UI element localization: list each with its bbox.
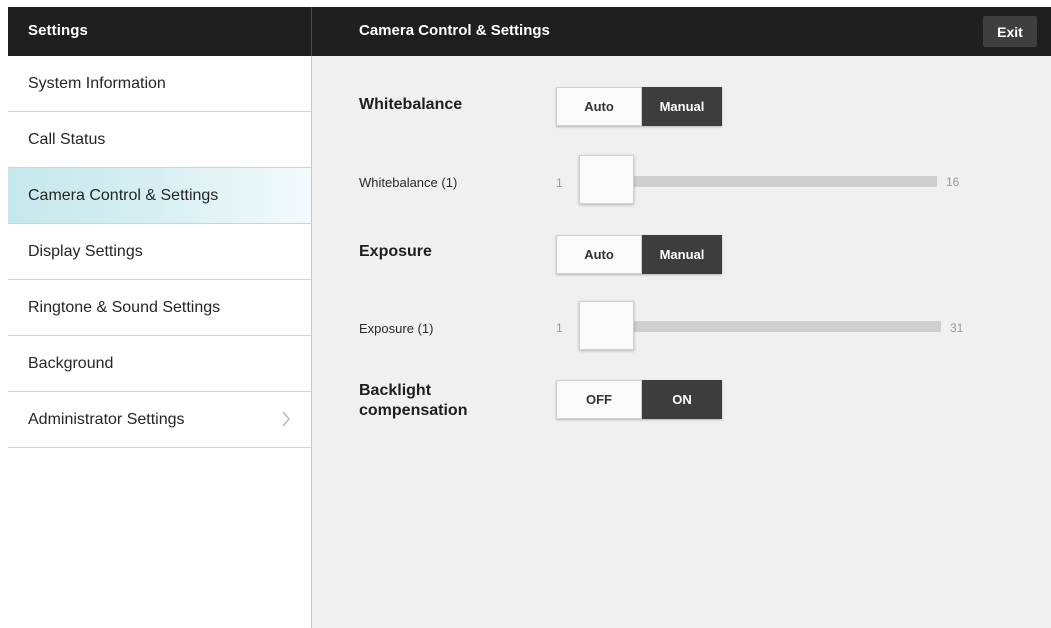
sidebar-item-call-status[interactable]: Call Status — [8, 112, 311, 168]
backlight-on-button[interactable]: ON — [642, 380, 722, 419]
chevron-right-icon — [282, 411, 290, 427]
sidebar-item-label: Ringtone & Sound Settings — [28, 299, 221, 316]
exposure-mode-toggle: Auto Manual — [556, 235, 722, 274]
backlight-compensation-toggle: OFF ON — [556, 380, 722, 419]
exposure-slider-thumb[interactable] — [579, 301, 634, 350]
whitebalance-manual-button[interactable]: Manual — [642, 87, 722, 126]
whitebalance-slider-thumb[interactable] — [579, 155, 634, 204]
sidebar-item-administrator-settings[interactable]: Administrator Settings — [8, 392, 311, 448]
sidebar-item-camera-control-settings[interactable]: Camera Control & Settings — [8, 168, 311, 224]
exposure-auto-button[interactable]: Auto — [556, 235, 642, 274]
exposure-slider-min: 1 — [556, 321, 563, 335]
sidebar-item-background[interactable]: Background — [8, 336, 311, 392]
header-bar: Settings Camera Control & Settings Exit — [8, 7, 1051, 56]
sidebar-item-label: Call Status — [28, 131, 106, 148]
sidebar-item-label: Display Settings — [28, 243, 143, 260]
backlight-compensation-label: Backlight compensation — [359, 381, 467, 421]
exposure-label: Exposure — [359, 243, 432, 260]
app-title: Settings — [28, 22, 88, 39]
page-title: Camera Control & Settings — [359, 22, 550, 39]
whitebalance-slider-max: 16 — [946, 175, 960, 189]
backlight-off-button[interactable]: OFF — [556, 380, 642, 419]
sidebar-item-label: Background — [28, 355, 114, 372]
header-sidebar-section: Settings — [8, 7, 312, 56]
sidebar-item-ringtone-sound-settings[interactable]: Ringtone & Sound Settings — [8, 280, 311, 336]
sidebar-item-label: System Information — [28, 75, 166, 92]
whitebalance-mode-toggle: Auto Manual — [556, 87, 722, 126]
exposure-slider-label: Exposure (1) — [359, 321, 434, 336]
sidebar-item-system-information[interactable]: System Information — [8, 56, 311, 112]
settings-window: Settings Camera Control & Settings Exit … — [8, 7, 1051, 628]
whitebalance-slider-label: Whitebalance (1) — [359, 175, 458, 190]
whitebalance-label: Whitebalance — [359, 96, 463, 113]
sidebar-item-display-settings[interactable]: Display Settings — [8, 224, 311, 280]
whitebalance-slider-min: 1 — [556, 176, 563, 190]
sidebar-item-label: Administrator Settings — [28, 411, 185, 428]
exposure-manual-button[interactable]: Manual — [642, 235, 722, 274]
sidebar-item-label: Camera Control & Settings — [28, 187, 219, 204]
exposure-slider-max: 31 — [950, 321, 964, 335]
sidebar: System Information Call Status Camera Co… — [8, 56, 312, 628]
backlight-label-line1: Backlight — [359, 382, 432, 399]
whitebalance-auto-button[interactable]: Auto — [556, 87, 642, 126]
exit-button[interactable]: Exit — [983, 16, 1037, 47]
backlight-label-line2: compensation — [359, 402, 468, 419]
camera-settings-panel: Whitebalance Auto Manual Whitebalance (1… — [313, 56, 1051, 628]
